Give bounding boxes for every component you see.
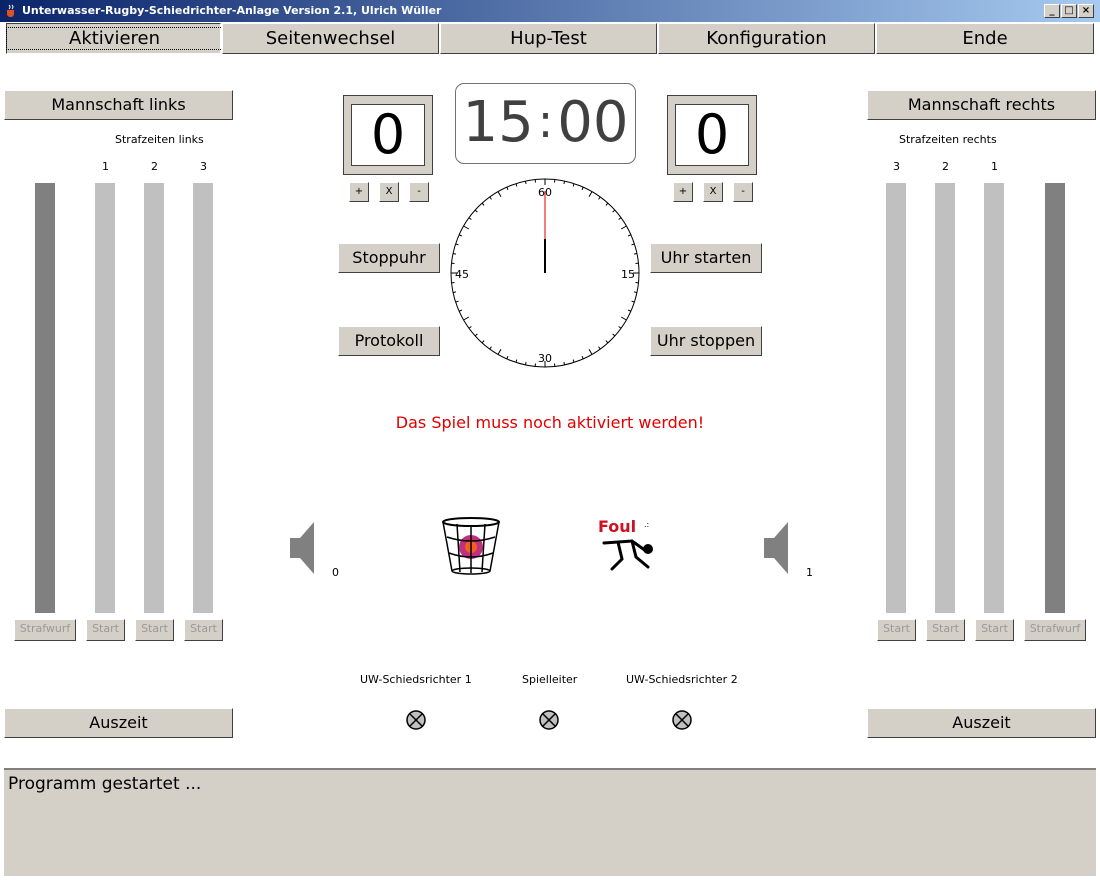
score-left: 0 [343,95,433,175]
dial-label-15: 15 [621,268,635,281]
start-right-3-button[interactable]: Start [877,619,916,641]
penalty-bar-left-3 [193,183,213,613]
horn-right-count: 1 [806,566,813,579]
team-left-button[interactable]: Mannschaft links [4,90,233,120]
aktivieren-button[interactable]: Aktivieren [5,23,224,54]
penalty-bar-right-2 [935,183,955,613]
penalty-title-left: Strafzeiten links [115,133,204,146]
spielleiter-label: Spielleiter [522,673,578,686]
clock-seconds: 00 [557,90,629,155]
foul-label: Foul [598,517,636,536]
score-right-plus-button[interactable]: + [673,182,693,202]
strafwurf-bar-left [35,183,55,613]
score-right-value: 0 [675,104,749,166]
score-left-minus-button[interactable]: - [409,182,429,202]
minimize-button[interactable]: _ [1044,4,1060,18]
dial-tick [452,291,457,294]
penalty-bar-right-3 [886,183,906,613]
dial-tick [452,252,457,255]
uhr-stoppen-button[interactable]: Uhr stoppen [650,326,762,356]
penalty-bar-left-2 [144,183,164,613]
log-text: Programm gestartet ... [8,774,202,794]
dial-tick [524,361,527,366]
maximize-button[interactable]: □ [1061,4,1077,18]
start-left-2-button[interactable]: Start [135,619,174,641]
score-right-reset-button[interactable]: X [703,182,723,202]
score-left-plus-button[interactable]: + [349,182,369,202]
java-cup-icon [7,4,14,17]
score-right-minus-button[interactable]: - [733,182,753,202]
spielleiter-status-icon [539,710,559,730]
window-title: Unterwasser-Rugby-Schiedrichter-Anlage V… [22,4,442,17]
strafwurf-right-button[interactable]: Strafwurf [1024,619,1086,641]
game-clock: 15:00 [455,83,636,164]
strafwurf-left-button[interactable]: Strafwurf [14,619,76,641]
konfiguration-button[interactable]: Konfiguration [658,23,875,54]
penalty-col-label: 2 [151,160,158,173]
log-area[interactable]: Programm gestartet ... [4,768,1096,876]
close-button[interactable]: × [1078,4,1094,18]
horn-right-icon[interactable] [762,520,790,576]
seitenwechsel-button[interactable]: Seitenwechsel [222,23,439,54]
referee-2-status-icon [672,710,692,730]
start-left-3-button[interactable]: Start [184,619,223,641]
stopwatch-dial: 60 15 30 45 [450,178,640,368]
penalty-col-label: 1 [102,160,109,173]
clock-minutes: 15 [462,90,534,155]
penalty-col-label: 1 [991,160,998,173]
protokoll-button[interactable]: Protokoll [338,326,440,356]
foul-icon[interactable]: Foul .: [596,515,662,577]
penalty-col-label: 3 [200,160,207,173]
stoppuhr-button[interactable]: Stoppuhr [338,243,440,273]
start-left-1-button[interactable]: Start [86,619,125,641]
score-left-reset-button[interactable]: X [379,182,399,202]
clock-separator: : [537,94,554,148]
auszeit-right-button[interactable]: Auszeit [867,708,1096,738]
uhr-starten-button[interactable]: Uhr starten [650,243,762,273]
referee-2-label: UW-Schiedsrichter 2 [626,673,738,686]
dial-label-30: 30 [538,352,552,365]
goal-basket-icon[interactable] [440,515,502,577]
dial-tick [563,361,566,366]
referee-1-status-icon [406,710,426,730]
ende-button[interactable]: Ende [876,23,1094,54]
horn-left-count: 0 [332,566,339,579]
penalty-bar-left-1 [95,183,115,613]
horn-left-icon[interactable] [288,520,316,576]
start-right-1-button[interactable]: Start [975,619,1014,641]
auszeit-left-button[interactable]: Auszeit [4,708,233,738]
start-right-2-button[interactable]: Start [926,619,965,641]
huptest-button[interactable]: Hup-Test [440,23,657,54]
dial-label-45: 45 [455,268,469,281]
dial-tick [524,180,527,185]
penalty-title-right: Strafzeiten rechts [899,133,997,146]
dial-tick [633,291,638,294]
status-message: Das Spiel muss noch aktiviert werden! [395,413,705,432]
aktivieren-label: Aktivieren [5,27,224,50]
dial-tick [633,252,638,255]
strafwurf-bar-right [1045,183,1065,613]
penalty-bar-right-1 [984,183,1004,613]
penalty-col-label: 2 [942,160,949,173]
referee-1-label: UW-Schiedsrichter 1 [360,673,472,686]
dial-tick [563,180,566,185]
penalty-col-label: 3 [893,160,900,173]
title-bar: Unterwasser-Rugby-Schiedrichter-Anlage V… [0,0,1100,22]
score-right: 0 [667,95,757,175]
foul-sparks: .: [644,520,649,529]
score-left-value: 0 [351,104,425,166]
team-right-button[interactable]: Mannschaft rechts [867,90,1096,120]
